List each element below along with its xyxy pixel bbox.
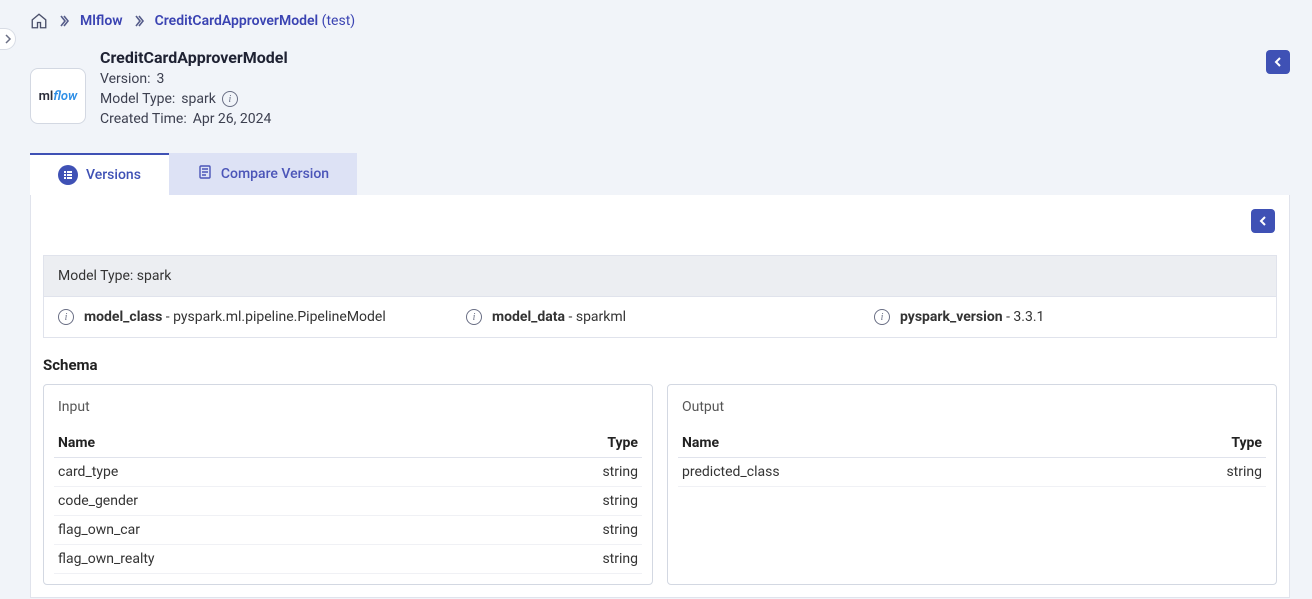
- version-line: Version: 3: [100, 71, 288, 87]
- tab-label: Versions: [86, 167, 141, 183]
- table-row: flag_own_realtystring: [54, 545, 642, 574]
- home-icon[interactable]: [30, 12, 48, 30]
- list-icon: [58, 165, 78, 185]
- cell-name: predicted_class: [678, 458, 1094, 487]
- cell-type: string: [469, 458, 642, 487]
- collapse-panel-button[interactable]: [1251, 209, 1275, 233]
- breadcrumb: Mlflow CreditCardApproverModel (test): [30, 8, 1290, 48]
- model-type-banner: Model Type: spark: [43, 255, 1277, 297]
- breadcrumb-current: CreditCardApproverModel (test): [155, 13, 356, 29]
- schema-output-title: Output: [678, 399, 1266, 415]
- schema-output-table: Name Type predicted_classstring: [678, 429, 1266, 487]
- created-time-line: Created Time: Apr 26, 2024: [100, 111, 288, 127]
- tab-versions[interactable]: Versions: [30, 153, 169, 195]
- schema-input-box: Input Name Type card_typestringcode_gend…: [43, 384, 653, 585]
- chevron-right-icon: [58, 15, 70, 27]
- cell-name: flag_own_car: [54, 516, 469, 545]
- schema-output-box: Output Name Type predicted_classstring: [667, 384, 1277, 585]
- model-header: mlflow CreditCardApproverModel Version: …: [30, 48, 1290, 131]
- prop-model-class: i model_class - pyspark.ml.pipeline.Pipe…: [58, 309, 446, 325]
- cell-type: string: [469, 516, 642, 545]
- cell-name: flag_own_realty: [54, 545, 469, 574]
- table-row: flag_own_carstring: [54, 516, 642, 545]
- info-icon[interactable]: i: [58, 309, 74, 325]
- col-name: Name: [678, 429, 1094, 458]
- breadcrumb-mlflow[interactable]: Mlflow: [80, 13, 123, 29]
- page-title: CreditCardApproverModel: [100, 48, 288, 67]
- document-icon: [197, 164, 213, 184]
- info-icon[interactable]: i: [874, 309, 890, 325]
- schema-heading: Schema: [43, 356, 1277, 374]
- tab-compare-version[interactable]: Compare Version: [169, 153, 357, 195]
- cell-name: code_gender: [54, 487, 469, 516]
- table-row: predicted_classstring: [678, 458, 1266, 487]
- chevron-right-icon: [133, 15, 145, 27]
- table-row: card_typestring: [54, 458, 642, 487]
- cell-name: card_type: [54, 458, 469, 487]
- col-type: Type: [1094, 429, 1266, 458]
- info-icon[interactable]: i: [222, 91, 238, 107]
- col-type: Type: [469, 429, 642, 458]
- cell-type: string: [469, 487, 642, 516]
- tab-label: Compare Version: [221, 166, 329, 182]
- mlflow-logo: mlflow: [30, 68, 86, 124]
- col-name: Name: [54, 429, 469, 458]
- schema-input-table: Name Type card_typestringcode_genderstri…: [54, 429, 642, 574]
- cell-type: string: [469, 545, 642, 574]
- schema-input-title: Input: [54, 399, 642, 415]
- info-icon[interactable]: i: [466, 309, 482, 325]
- prop-pyspark-version: i pyspark_version - 3.3.1: [874, 309, 1262, 325]
- model-type-line: Model Type: spark i: [100, 91, 288, 107]
- versions-panel: Model Type: spark i model_class - pyspar…: [30, 195, 1290, 598]
- prop-model-data: i model_data - sparkml: [466, 309, 854, 325]
- cell-type: string: [1094, 458, 1266, 487]
- model-properties-row: i model_class - pyspark.ml.pipeline.Pipe…: [43, 297, 1277, 338]
- tabs: Versions Compare Version: [30, 153, 1290, 195]
- collapse-header-button[interactable]: [1266, 50, 1290, 74]
- table-row: code_genderstring: [54, 487, 642, 516]
